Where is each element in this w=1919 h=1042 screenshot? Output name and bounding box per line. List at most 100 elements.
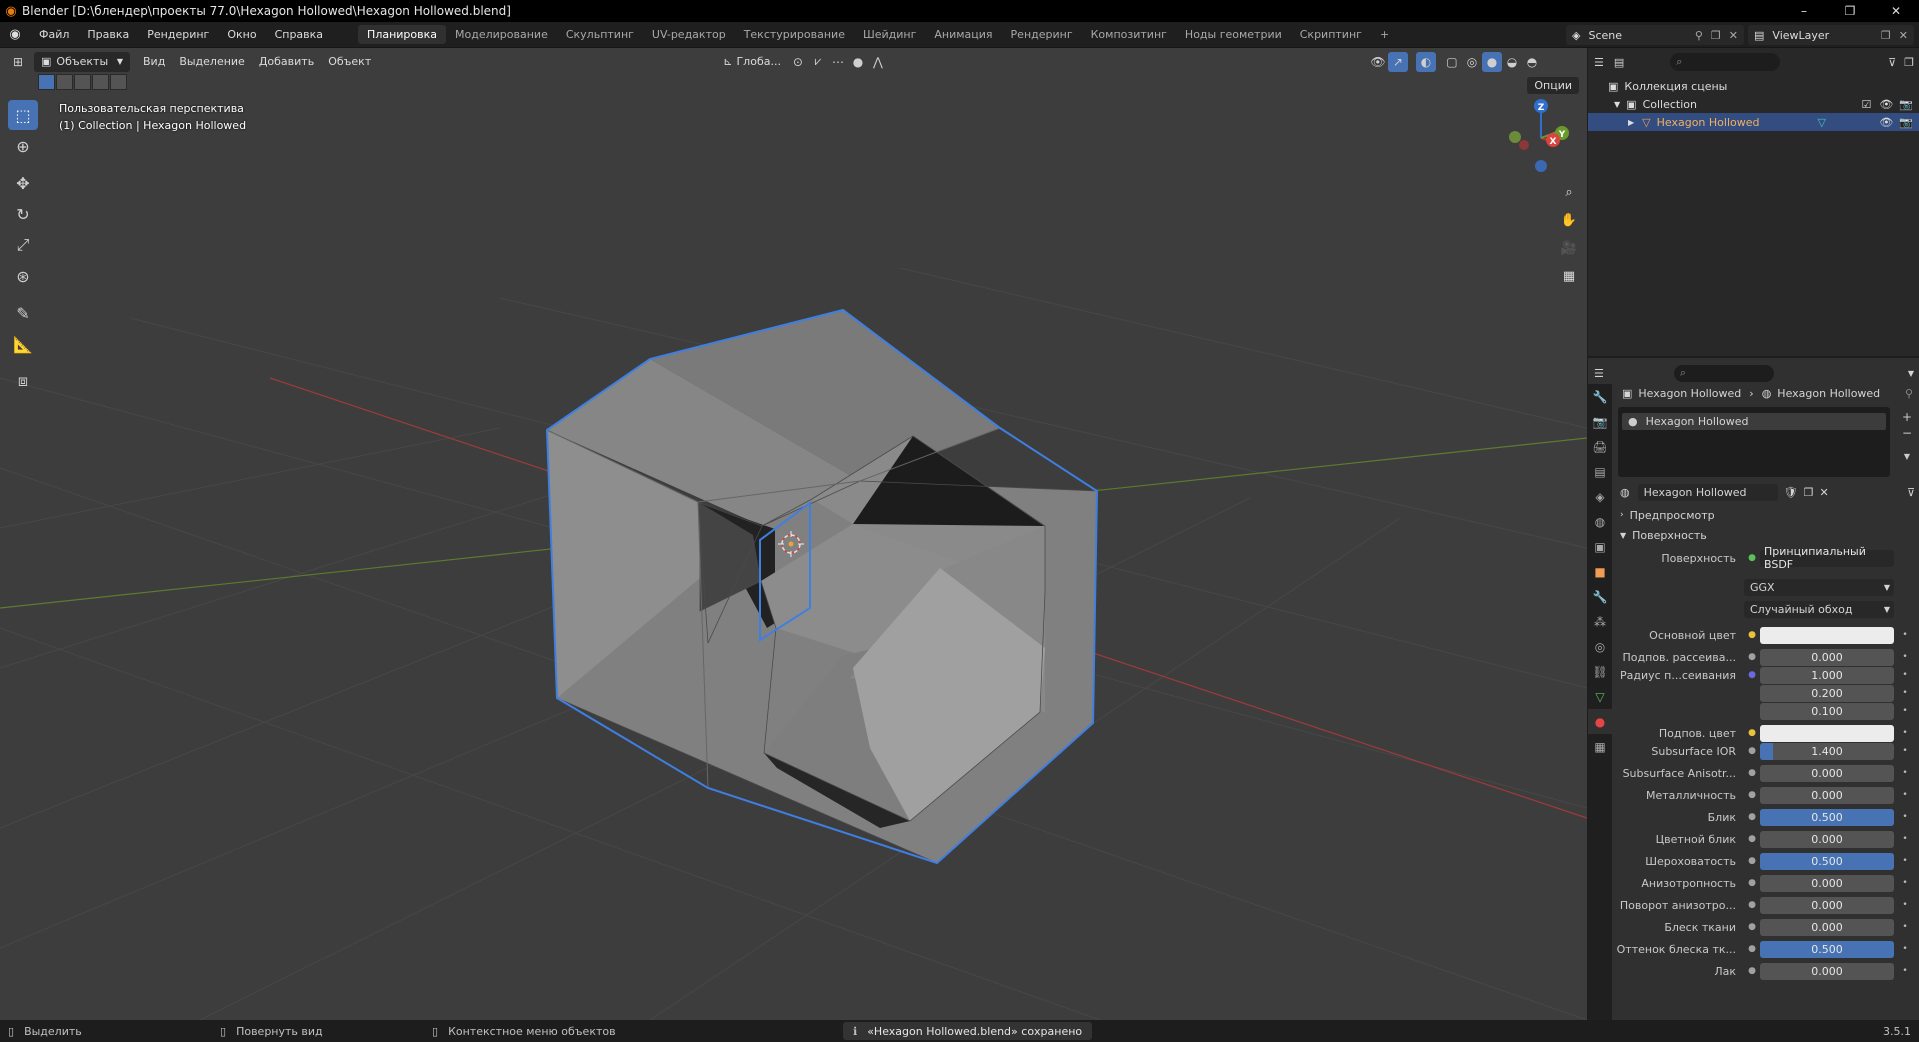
- move-tool-icon[interactable]: ✥: [8, 168, 38, 198]
- surface-shader-field[interactable]: Принципиальный BSDF: [1760, 545, 1894, 571]
- duplicate-material-icon[interactable]: ❐: [1804, 486, 1814, 499]
- keyframe-dot-icon[interactable]: •: [1898, 834, 1912, 844]
- keyframe-dot-icon[interactable]: •: [1898, 728, 1912, 738]
- remove-slot-icon[interactable]: −: [1898, 425, 1916, 441]
- modifier-tab-icon[interactable]: 🔧: [1588, 584, 1612, 609]
- material-shading-icon[interactable]: ◒: [1502, 52, 1522, 72]
- constraints-tab-icon[interactable]: ⛓: [1588, 659, 1612, 684]
- number-field[interactable]: 0.000: [1760, 786, 1894, 804]
- pin-icon[interactable]: ⚲: [1905, 387, 1913, 400]
- keyframe-dot-icon[interactable]: •: [1898, 630, 1912, 640]
- view-layer-tab-icon[interactable]: ▤: [1588, 459, 1612, 484]
- socket-dot-icon[interactable]: ●: [1744, 728, 1760, 738]
- unlink-material-icon[interactable]: ✕: [1819, 486, 1828, 499]
- world-tab-icon[interactable]: ◍: [1588, 509, 1612, 534]
- new-viewlayer-icon[interactable]: ❐: [1881, 29, 1891, 42]
- scene-tab-icon[interactable]: ◈: [1588, 484, 1612, 509]
- keyframe-dot-icon[interactable]: •: [1898, 706, 1912, 716]
- cursor-tool-icon[interactable]: ⊕: [8, 131, 38, 161]
- new-scene-icon[interactable]: ❐: [1711, 29, 1721, 42]
- number-field[interactable]: 0.000: [1760, 962, 1894, 980]
- number-field[interactable]: 0.500: [1760, 852, 1894, 870]
- outliner-row-scene-collection[interactable]: ▣ Коллекция сцены: [1588, 77, 1919, 95]
- socket-dot-icon[interactable]: ●: [1744, 812, 1760, 822]
- keyframe-dot-icon[interactable]: •: [1898, 966, 1912, 976]
- blender-menu-icon[interactable]: ◉: [0, 27, 30, 42]
- camera-view-icon[interactable]: 🎥: [1555, 234, 1583, 262]
- visibility-icon[interactable]: 👁: [1368, 52, 1388, 72]
- keyframe-dot-icon[interactable]: •: [1898, 688, 1912, 698]
- outliner-row-collection[interactable]: ▼ ▣ Collection ☑ 👁 📷: [1588, 95, 1919, 113]
- keyframe-dot-icon[interactable]: •: [1898, 746, 1912, 756]
- 3d-viewport[interactable]: Z Y X ⊞ ▣ Объекты ▼ Вид Выделение Добави…: [0, 48, 1587, 1020]
- outliner-search-input[interactable]: ⌕: [1670, 53, 1781, 71]
- menu-object[interactable]: Объект: [321, 52, 378, 72]
- socket-dot-icon[interactable]: ●: [1744, 768, 1760, 778]
- panel-surface-header[interactable]: ▼ Поверхность: [1616, 526, 1919, 544]
- menu-edit[interactable]: Правка: [78, 28, 138, 41]
- expand-arrow-icon[interactable]: ▶: [1628, 118, 1634, 127]
- transform-tool-icon[interactable]: ⊛: [8, 261, 38, 291]
- select-invert-icon[interactable]: [92, 74, 109, 90]
- collection-tab-icon[interactable]: ▣: [1588, 534, 1612, 559]
- select-box-tool-icon[interactable]: ⬚: [8, 100, 38, 130]
- tab-shading[interactable]: Шейдинг: [854, 25, 925, 44]
- socket-dot-icon[interactable]: ●: [1744, 790, 1760, 800]
- number-field[interactable]: 0.200: [1760, 684, 1894, 702]
- menu-file[interactable]: Файл: [30, 28, 78, 41]
- material-browse-icon[interactable]: ◍: [1620, 486, 1630, 499]
- tab-layout[interactable]: Планировка: [358, 25, 447, 44]
- fake-user-icon[interactable]: 🛡: [1784, 486, 1798, 499]
- render-tab-icon[interactable]: 📷: [1588, 409, 1612, 434]
- mesh-data-tab-icon[interactable]: ▽: [1588, 684, 1612, 709]
- perspective-toggle-icon[interactable]: ▦: [1555, 262, 1583, 290]
- zoom-icon[interactable]: ⌕: [1555, 178, 1583, 206]
- keyframe-dot-icon[interactable]: •: [1898, 944, 1912, 954]
- tab-scripting[interactable]: Скриптинг: [1291, 25, 1371, 44]
- proportional-edit-icon[interactable]: ●: [848, 52, 868, 72]
- socket-dot-icon[interactable]: ●: [1744, 966, 1760, 976]
- menu-render[interactable]: Рендеринг: [138, 28, 218, 41]
- navigation-gizmo[interactable]: Z Y X: [1509, 99, 1569, 172]
- add-slot-icon[interactable]: +: [1898, 409, 1916, 425]
- material-tab-icon[interactable]: ●: [1588, 709, 1612, 734]
- keyframe-dot-icon[interactable]: •: [1898, 790, 1912, 800]
- socket-dot-icon[interactable]: ●: [1744, 922, 1760, 932]
- annotate-tool-icon[interactable]: ✎: [8, 298, 38, 328]
- snap-target-icon[interactable]: ⋯: [828, 52, 848, 72]
- menu-view[interactable]: Вид: [136, 52, 172, 72]
- display-mode-icon[interactable]: ▤: [1614, 56, 1624, 69]
- socket-dot-icon[interactable]: ●: [1744, 746, 1760, 756]
- pin-icon[interactable]: ⚲: [1695, 29, 1703, 42]
- eye-icon[interactable]: 👁: [1879, 116, 1893, 129]
- scene-selector[interactable]: ◈ Scene ⚲ ❐ ✕: [1566, 25, 1744, 45]
- select-new-icon[interactable]: [38, 74, 55, 90]
- material-slot-item[interactable]: ● Hexagon Hollowed: [1622, 413, 1886, 430]
- number-field[interactable]: 0.500: [1760, 808, 1894, 826]
- texture-tab-icon[interactable]: ▦: [1588, 734, 1612, 759]
- solid-shading-icon[interactable]: ●: [1481, 51, 1502, 72]
- object-tab-icon[interactable]: ■: [1588, 559, 1612, 584]
- properties-editor-icon[interactable]: ☰: [1594, 367, 1604, 380]
- falloff-icon[interactable]: ⋀: [868, 52, 888, 72]
- physics-tab-icon[interactable]: ◎: [1588, 634, 1612, 659]
- minimize-button[interactable]: –: [1781, 0, 1827, 22]
- tab-modeling[interactable]: Моделирование: [446, 25, 557, 44]
- outliner-editor-icon[interactable]: ☰: [1594, 56, 1604, 69]
- select-subtract-icon[interactable]: [74, 74, 91, 90]
- menu-window[interactable]: Окно: [218, 28, 265, 41]
- number-field[interactable]: 0.000: [1760, 896, 1894, 914]
- pan-hand-icon[interactable]: ✋: [1555, 206, 1583, 234]
- rendered-shading-icon[interactable]: ◓: [1522, 52, 1542, 72]
- close-button[interactable]: ✕: [1873, 0, 1919, 22]
- exclude-checkbox-icon[interactable]: ☑: [1861, 98, 1871, 111]
- keyframe-dot-icon[interactable]: •: [1898, 922, 1912, 932]
- editor-type-icon[interactable]: ⊞: [8, 52, 28, 72]
- socket-dot-icon[interactable]: ●: [1744, 630, 1760, 640]
- maximize-button[interactable]: ❐: [1827, 0, 1873, 22]
- socket-dot-icon[interactable]: ●: [1744, 878, 1760, 888]
- hexagon-hollowed-mesh[interactable]: [545, 308, 1099, 865]
- socket-dot-icon[interactable]: ●: [1744, 670, 1760, 680]
- material-name-field[interactable]: Hexagon Hollowed: [1637, 483, 1778, 501]
- keyframe-dot-icon[interactable]: •: [1898, 768, 1912, 778]
